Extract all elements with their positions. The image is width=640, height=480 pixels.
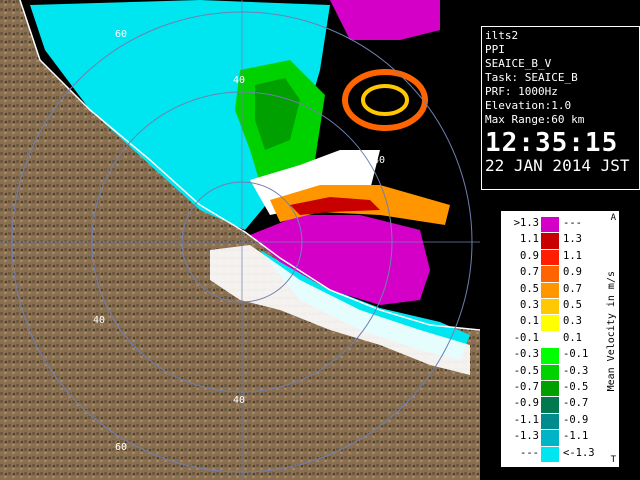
range-label: 40 [233,75,245,86]
legend-upper-bound: -0.5 [563,381,589,393]
field-name: SEAICE_B_V [485,57,552,70]
legend-lower-bound: -0.9 [513,397,539,410]
legend-swatch [541,315,559,331]
legend-upper-bound: --- [563,217,582,229]
legend-upper-bound: <-1.3 [563,446,595,459]
range-label: 40 [233,395,245,406]
prf-value: PRF: 1000Hz [485,85,558,98]
legend-row: -0.3 -0.1 [501,348,599,364]
legend-row: -1.3 -1.1 [501,430,599,446]
legend-row: >1.3 --- [501,217,599,233]
legend-lower-bound: -0.7 [513,381,539,393]
legend-lower-bound: 0.3 [520,299,539,311]
legend-title: Mean Velocity in m/s [606,271,617,392]
legend-swatch [541,282,559,298]
legend-lower-bound: 0.5 [520,282,539,295]
legend-swatch [541,331,559,348]
legend-row: --- <-1.3 [501,446,599,462]
radar-info-panel: ilts2 PPI SEAICE_B_V Task: SEAICE_B PRF:… [481,26,640,190]
product-type: PPI [485,43,505,56]
legend-lower-bound: 0.7 [520,266,539,279]
legend-swatch [541,413,559,430]
legend-upper-bound: 0.5 [563,299,582,311]
legend-lower-bound: -1.1 [513,413,539,426]
elevation-value: Elevation:1.0 [485,99,572,112]
legend-swatch [541,381,559,397]
legend-swatch [541,364,559,380]
legend-lower-bound: --- [520,446,539,459]
legend-lower-bound: -0.1 [513,331,539,344]
legend-row: 0.9 1.1 [501,249,599,266]
legend-upper-bound: -0.3 [563,364,589,377]
radar-name: ilts2 [485,29,519,42]
legend-corner-top: A [610,213,616,223]
legend-row: 0.3 0.5 [501,299,599,315]
legend-row: -0.9 -0.7 [501,397,599,413]
legend-row: -0.1 0.1 [501,331,599,348]
radar-ppi-map: 60 40 40 40 40 60 [0,0,480,480]
range-label: 40 [373,155,385,166]
legend-upper-bound: -0.1 [563,348,589,361]
legend-upper-bound: 0.9 [563,266,582,279]
legend-upper-bound: 0.3 [563,315,582,328]
range-label: 60 [115,442,127,453]
legend-swatch [541,249,559,266]
scan-date: 22 JAN 2014 JST [485,156,630,175]
legend-lower-bound: -1.3 [513,430,539,443]
legend-upper-bound: 1.3 [563,233,582,246]
range-label: 60 [115,29,127,40]
legend-lower-bound: >1.3 [513,217,539,229]
velocity-legend: A Mean Velocity in m/s T >1.3 --- 1.1 1.3 0.… [500,210,620,468]
legend-swatch [541,397,559,413]
legend-upper-bound: 0.1 [563,331,582,344]
task-name: Task: SEAICE_B [485,71,578,84]
legend-lower-bound: -0.3 [513,348,539,361]
legend-upper-bound: -0.7 [563,397,589,410]
legend-swatch [541,266,559,282]
legend-swatch [541,430,559,446]
legend-lower-bound: -0.5 [513,364,539,377]
legend-corner-bottom: T [610,455,616,465]
legend-upper-bound: -0.9 [563,413,589,426]
legend-upper-bound: 0.7 [563,282,582,295]
legend-swatch [541,348,559,364]
legend-row: 1.1 1.3 [501,233,599,249]
legend-upper-bound: -1.1 [563,430,589,443]
legend-lower-bound: 0.1 [520,315,539,328]
legend-row: 0.5 0.7 [501,282,599,298]
legend-swatch [541,299,559,315]
legend-row: 0.1 0.3 [501,315,599,331]
legend-upper-bound: 1.1 [563,249,582,262]
range-label: 40 [93,315,105,326]
legend-row: -0.7 -0.5 [501,381,599,397]
max-range-value: Max Range:60 km [485,113,585,126]
legend-row: 0.7 0.9 [501,266,599,282]
legend-lower-bound: 0.9 [520,249,539,262]
scan-time: 12:35:15 [485,128,619,158]
legend-row: -1.1 -0.9 [501,413,599,430]
legend-row: -0.5 -0.3 [501,364,599,380]
legend-lower-bound: 1.1 [520,233,539,246]
legend-swatch [541,446,559,462]
legend-swatch [541,233,559,249]
legend-swatch [541,217,559,233]
